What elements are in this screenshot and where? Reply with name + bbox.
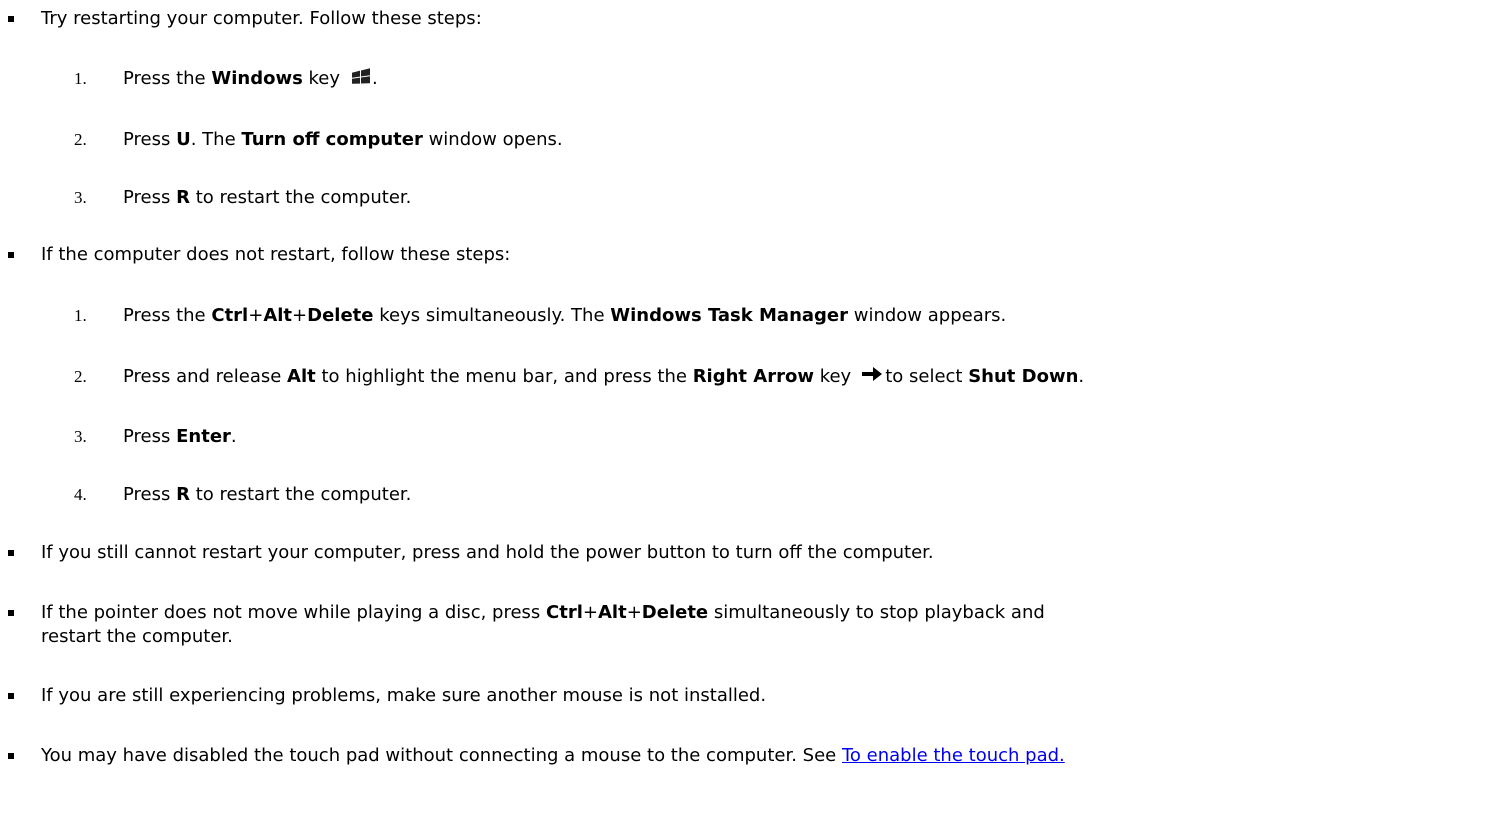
bullet-icon (8, 693, 14, 699)
step-text: Press and release Alt to highlight the m… (123, 366, 1085, 387)
step-text: Press U. The Turn off computer window op… (123, 129, 563, 150)
help-document: Try restarting your computer. Follow the… (0, 0, 1509, 831)
bullet-icon (8, 16, 14, 22)
list-item-text: If you still cannot restart your compute… (41, 542, 934, 563)
step-text: Press the Windows key. (123, 68, 378, 89)
step-number: 1. (74, 69, 87, 88)
bullet-icon (8, 753, 14, 759)
step-text: Press R to restart the computer. (123, 484, 412, 505)
step-number: 3. (74, 188, 87, 207)
step-text: Press the Ctrl+Alt+Delete keys simultane… (123, 305, 1007, 326)
list-item-text: If the pointer does not move while playi… (41, 602, 1045, 623)
enable-touch-pad-link[interactable]: To enable the touch pad. (842, 745, 1065, 766)
step-text: Press R to restart the computer. (123, 187, 412, 208)
right-arrow-icon (862, 367, 883, 381)
step-number: 2. (74, 130, 87, 149)
step-number: 2. (74, 367, 87, 386)
step-number: 4. (74, 485, 87, 504)
bullet-icon (8, 610, 14, 616)
list-item-text: If the computer does not restart, follow… (41, 244, 511, 265)
step-number: 3. (74, 427, 87, 446)
list-item-text: Try restarting your computer. Follow the… (41, 8, 482, 29)
list-item-text: If you are still experiencing problems, … (41, 685, 767, 706)
list-item-text: You may have disabled the touch pad with… (41, 745, 1065, 766)
list-item-text: restart the computer. (41, 626, 233, 647)
bullet-icon (8, 550, 14, 556)
step-text: Press Enter. (123, 426, 237, 447)
step-number: 1. (74, 306, 87, 325)
bullet-icon (8, 252, 14, 258)
windows-logo-icon (352, 68, 371, 84)
